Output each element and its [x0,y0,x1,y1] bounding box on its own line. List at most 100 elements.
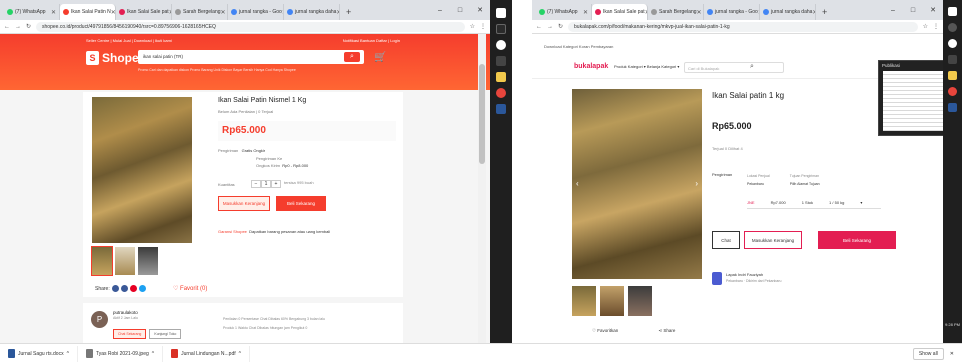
top-right-links[interactable]: Notifikasi Bantuan Daftar | Login [343,38,400,43]
cart-icon[interactable]: 🛒 [374,52,386,63]
search-icon[interactable]: ⌕ [344,52,360,62]
product-image-right[interactable]: ‹ › [572,89,702,279]
back-icon[interactable]: ← [4,24,10,30]
messenger-icon[interactable] [111,285,119,292]
download-item[interactable]: Jurnal Lindungan N...pdf ^ [163,345,250,362]
chevron-up-icon[interactable]: ^ [152,351,154,357]
left-scrollbar[interactable] [478,34,486,343]
avatar[interactable]: P [91,311,108,328]
buy-now-button[interactable]: Beli Sekarang [276,196,326,211]
browser-tab[interactable]: (7) WhatsApp ✕ [536,4,592,20]
thumbnail-1[interactable] [91,246,113,276]
chevron-up-icon[interactable]: ^ [239,351,241,357]
buy-now-button-right[interactable]: Beli Sekarang [818,231,896,249]
cortana-icon[interactable] [948,39,957,48]
shopee-logo[interactable]: S Shopee [86,51,145,65]
browser-tab[interactable]: jurnal rangka daha✕ [284,4,340,20]
tab-close-icon[interactable]: ✕ [583,9,588,16]
close-downloads-button[interactable]: ✕ [950,351,954,357]
plus-icon[interactable]: + [271,180,281,188]
menu-icon[interactable]: ⋮ [480,23,486,30]
cortana-icon[interactable] [496,40,506,50]
search-icon[interactable] [496,24,506,34]
wishlist-button[interactable]: ♡ Favoritkan [592,328,618,334]
close-icon[interactable]: ✕ [470,6,490,14]
taskbar-preview-popup[interactable]: Publikasi [878,60,950,136]
quantity-value[interactable]: 1 [261,180,271,188]
shipping-to-label[interactable]: Pengiriman Ke [256,156,282,161]
chrome-icon[interactable] [496,88,506,98]
close-icon[interactable]: ✕ [923,6,943,14]
menu-icon[interactable]: ⋮ [933,23,939,30]
courier-options[interactable]: JNE Rp7.000 1 Stok 1 / 50 kg ▾ [747,197,881,209]
product-image[interactable] [92,97,192,243]
browser-tab[interactable]: Ikan Salai Sale pat✕ [592,4,648,20]
minus-icon[interactable]: − [251,180,261,188]
quantity-stepper[interactable]: − 1 + tersisa 995 buah [251,180,314,188]
browser-tab[interactable]: Sarah Bergelang ✕ [648,4,704,20]
add-to-cart-button[interactable]: Masukkan Keranjang [218,196,270,211]
star-icon[interactable]: ☆ [923,23,928,30]
visit-shop-button[interactable]: Kunjungi Toko [149,329,182,339]
task-view-icon[interactable] [948,55,957,64]
taskbar-clock[interactable]: 9:28 PM [943,322,962,327]
browser-tab[interactable]: Ikan Salai Sale pat✕ [116,4,172,20]
browser-tab[interactable]: Ikan Salai Patin N ✕ [60,4,116,20]
browser-tab[interactable]: jurnal rangka - Goo✕ [704,4,760,20]
pause-icon[interactable] [496,8,506,18]
bukalapak-logo[interactable]: bukalapak [574,63,608,70]
next-image-icon[interactable]: › [695,179,698,188]
tab-close-icon[interactable]: ✕ [221,9,226,16]
share-button[interactable]: ⋖ Share [658,328,675,334]
task-view-icon[interactable] [496,56,506,66]
new-tab-button-right[interactable]: + [816,4,833,20]
destination-value[interactable]: Pilih Alamat Tujuan [790,182,820,186]
thumbnail-2[interactable] [600,286,624,316]
chat-now-button[interactable]: Chat Sekarang [113,329,147,339]
show-all-button[interactable]: Show all [912,347,944,360]
new-tab-button[interactable]: + [340,4,357,20]
thumbnail-3[interactable] [628,286,652,316]
back-icon[interactable]: ← [536,24,542,30]
add-to-cart-button-right[interactable]: Masukkan Keranjang [744,231,802,249]
seller-name[interactable]: Lapak Indri Fauziyah [726,272,763,277]
reload-icon[interactable]: ↻ [558,23,563,30]
chrome-icon[interactable] [948,87,957,96]
url-input-right[interactable]: bukalapak.com/p/food/makanan-kering/mkvp… [568,21,918,32]
chevron-up-icon[interactable]: ^ [67,351,69,357]
minimize-icon[interactable]: – [430,7,450,14]
browser-tab[interactable]: Sarah Bergelang ✕ [172,4,228,20]
pause-icon[interactable] [948,7,957,16]
thumbnail-3[interactable] [138,247,158,275]
maximize-icon[interactable]: □ [450,7,470,14]
file-explorer-icon[interactable] [948,71,957,80]
download-item[interactable]: Jurnal Sagu rts.docx ^ [0,345,78,362]
prev-image-icon[interactable]: ‹ [576,179,579,188]
browser-tab[interactable]: jurnal rangka - Goo✕ [228,4,284,20]
thumbnail-1[interactable] [572,286,596,316]
shopee-header-links[interactable]: Promo Cari dan dapatkan diskon Promo Bar… [138,68,296,72]
maximize-icon[interactable]: □ [903,7,923,14]
unit-select[interactable]: 1 / 50 kg [829,200,844,205]
scrollbar-thumb[interactable] [479,64,485,164]
download-item[interactable]: Tyas Robi 2021-09.jpeg ^ [78,345,164,362]
star-icon[interactable]: ☆ [470,23,475,30]
search-icon[interactable]: ⌕ [750,63,754,71]
word-icon[interactable] [948,103,957,112]
shop-name-text[interactable]: putraulakoto [113,310,138,315]
forward-icon[interactable]: → [547,24,553,30]
chat-button[interactable]: Chat [712,231,740,249]
bukalapak-search-input[interactable]: Cari di Bukalapak [684,62,784,73]
word-icon[interactable] [496,104,506,114]
browser-tab[interactable]: jurnal rangka daha✕ [760,4,816,20]
file-explorer-icon[interactable] [496,72,506,82]
url-input[interactable]: shopee.co.id/product/49791856/8456190940… [36,21,465,32]
bookmarks-bar[interactable]: Download Kategori Koran Pembayaran [544,44,613,49]
forward-icon[interactable]: → [15,24,21,30]
facebook-icon[interactable] [120,285,128,292]
reload-icon[interactable]: ↻ [26,23,31,30]
tab-close-icon[interactable]: ✕ [51,9,56,16]
browser-tab[interactable]: (7) WhatsApp ✕ [4,4,60,20]
minimize-icon[interactable]: – [883,7,903,14]
twitter-icon[interactable] [138,285,146,292]
